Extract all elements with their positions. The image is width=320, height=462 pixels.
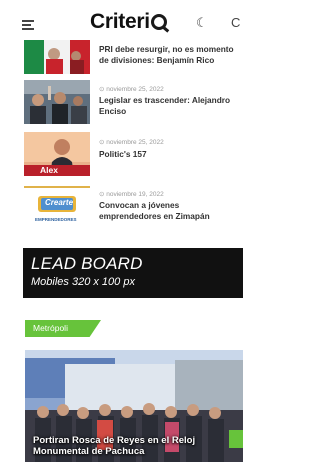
article-title[interactable]: Legislar es trascender: Alejandro Enciso: [99, 95, 241, 117]
thumb-sublabel: EMPRENDEDORES: [35, 217, 77, 222]
article-title[interactable]: Convocan a jóvenes emprendedores en Zima…: [99, 200, 241, 222]
logo-text: Criteri: [90, 10, 150, 33]
ad-subtitle: Mobiles 320 x 100 px: [31, 276, 135, 288]
article-date: ⊙ noviembre 25, 2022: [99, 139, 164, 146]
header-extra-icon[interactable]: C: [231, 15, 240, 30]
thumb-label: Crearte: [45, 198, 74, 207]
article-title[interactable]: PRI debe resurgir, no es momento de divi…: [99, 44, 241, 66]
site-logo[interactable]: Criteri: [90, 10, 167, 34]
feature-title[interactable]: Portiran Rosca de Reyes en el Reloj Monu…: [33, 435, 238, 457]
article-date: ⊙ noviembre 19, 2022: [99, 191, 164, 198]
article-title[interactable]: Politic's 157: [99, 149, 241, 160]
article-date: ⊙ noviembre 25, 2022: [99, 86, 164, 93]
article-thumbnail[interactable]: [24, 80, 90, 124]
menu-icon[interactable]: [22, 20, 34, 30]
category-tag[interactable]: Metrópoli: [25, 320, 101, 337]
feature-article[interactable]: Portiran Rosca de Reyes en el Reloj Monu…: [25, 350, 243, 462]
article-thumbnail[interactable]: [24, 40, 90, 74]
moon-icon[interactable]: ☾: [196, 15, 208, 31]
article-thumbnail[interactable]: Crearte EMPRENDEDORES: [24, 184, 90, 228]
logo-search-o: [150, 14, 167, 30]
thumb-label: Alex: [40, 165, 58, 175]
site-header: Criteri ☾ C: [0, 0, 243, 44]
ad-title: LEAD BOARD: [31, 254, 143, 273]
article-thumbnail[interactable]: Alex: [24, 132, 90, 176]
ad-banner[interactable]: LEAD BOARD Mobiles 320 x 100 px: [23, 248, 243, 298]
category-label: Metrópoli: [33, 323, 68, 333]
